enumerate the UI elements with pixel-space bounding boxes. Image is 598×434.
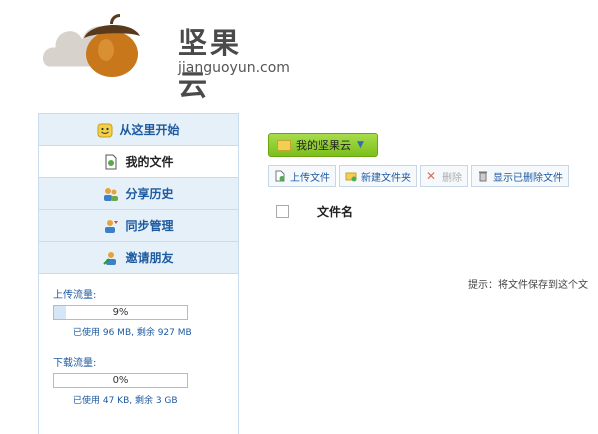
new-folder-button[interactable]: 新建文件夹 bbox=[339, 165, 417, 187]
brand-domain: jianguoyun.com bbox=[178, 60, 290, 76]
share-users-icon bbox=[104, 187, 119, 201]
show-deleted-label: 显示已删除文件 bbox=[493, 172, 563, 184]
sidebar-item-label: 邀请朋友 bbox=[125, 251, 174, 265]
sidebar-item-label: 分享历史 bbox=[125, 187, 174, 201]
show-deleted-button[interactable]: 显示已删除文件 bbox=[471, 165, 569, 187]
sidebar-item-my-files[interactable]: 我的文件 bbox=[39, 146, 238, 178]
new-folder-label: 新建文件夹 bbox=[361, 172, 411, 184]
sidebar-item-share-history[interactable]: 分享历史 bbox=[39, 178, 238, 210]
trash-icon bbox=[479, 171, 487, 182]
file-list-header: 文件名 bbox=[276, 203, 353, 220]
root-folder-label: 我的坚果云 bbox=[296, 139, 351, 152]
download-percent: 0% bbox=[112, 375, 129, 386]
jianguoyun-logo-icon bbox=[40, 14, 140, 77]
download-usage-detail: 已使用 47 KB, 剩余 3 GB bbox=[73, 396, 178, 406]
upload-percent: 9% bbox=[112, 307, 129, 318]
download-progress-bar: 0% bbox=[53, 373, 188, 388]
upload-quota-title: 上传流量: bbox=[53, 290, 97, 301]
file-toolbar: 上传文件 新建文件夹 ✕ 删除 显示已删除文件 bbox=[268, 165, 572, 187]
upload-usage-detail: 已使用 96 MB, 剩余 927 MB bbox=[73, 328, 192, 338]
sync-user-icon bbox=[105, 219, 119, 233]
delete-label: 删除 bbox=[442, 172, 462, 184]
invite-user-icon bbox=[103, 251, 117, 265]
upload-quota: 上传流量: 9% 已使用 96 MB, 剩余 927 MB 下载流量: 0% 已… bbox=[39, 274, 238, 406]
root-folder-dropdown[interactable]: 我的坚果云 ▼ bbox=[268, 133, 378, 157]
sidebar-item-label: 从这里开始 bbox=[119, 123, 180, 137]
sidebar: 从这里开始 我的文件 分享历史 同步管理 邀请朋友 上传流量: 9% 已使用 9… bbox=[38, 113, 239, 434]
download-quota-title: 下载流量: bbox=[53, 358, 97, 369]
file-icon bbox=[105, 154, 117, 169]
upload-file-button[interactable]: 上传文件 bbox=[268, 165, 336, 187]
chevron-down-icon: ▼ bbox=[357, 140, 364, 150]
sidebar-item-sync-management[interactable]: 同步管理 bbox=[39, 210, 238, 242]
upload-file-icon bbox=[275, 170, 285, 182]
smiley-icon bbox=[97, 123, 113, 137]
empty-folder-hint: 提示：将文件保存到这个文 bbox=[468, 280, 588, 291]
folder-icon bbox=[277, 139, 291, 151]
sidebar-item-get-started[interactable]: 从这里开始 bbox=[39, 114, 238, 146]
new-folder-icon bbox=[345, 172, 357, 182]
upload-file-label: 上传文件 bbox=[290, 172, 330, 184]
sidebar-item-label: 同步管理 bbox=[125, 219, 174, 233]
upload-progress-bar: 9% bbox=[53, 305, 188, 320]
sidebar-item-label: 我的文件 bbox=[125, 155, 174, 169]
logo: 坚果云 jianguoyun.com bbox=[40, 8, 290, 102]
column-header-filename[interactable]: 文件名 bbox=[317, 203, 353, 220]
select-all-checkbox[interactable] bbox=[276, 205, 289, 218]
delete-button[interactable]: ✕ 删除 bbox=[420, 165, 468, 187]
sidebar-item-invite-friends[interactable]: 邀请朋友 bbox=[39, 242, 238, 274]
delete-x-icon: ✕ bbox=[426, 169, 437, 183]
